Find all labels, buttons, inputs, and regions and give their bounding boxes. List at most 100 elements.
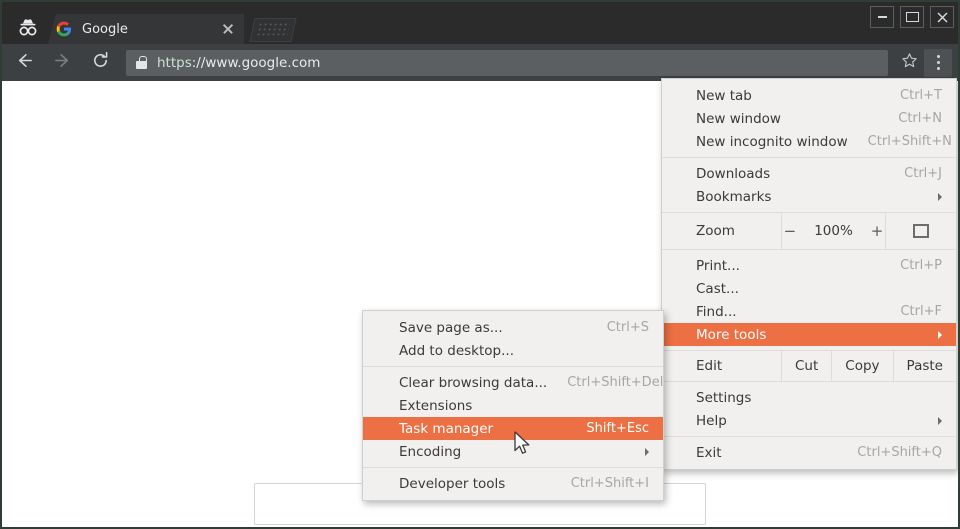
window-controls [870, 6, 954, 28]
submenu-bottom-padding [363, 495, 663, 500]
browser-window: Google [0, 0, 960, 529]
menu-item-label: Add to desktop... [399, 343, 649, 359]
three-dot-menu-icon[interactable] [924, 49, 952, 77]
reload-button[interactable] [84, 47, 116, 79]
submenu-item-save-page-as[interactable]: Save page as... Ctrl+S [363, 316, 663, 339]
star-icon [901, 52, 918, 73]
menu-zoom-row: Zoom − 100% + [662, 212, 956, 250]
google-favicon [56, 21, 72, 37]
menu-item-new-window[interactable]: New window Ctrl+N [662, 107, 956, 130]
menu-item-label: Developer tools [399, 476, 551, 492]
back-arrow-icon [15, 51, 34, 74]
menu-item-label: Print... [696, 258, 880, 274]
address-bar[interactable]: https://www.google.com [126, 50, 888, 76]
bookmark-button[interactable] [894, 48, 924, 78]
maximize-button[interactable] [900, 6, 924, 28]
menu-item-accel: Ctrl+N [878, 111, 942, 126]
menu-item-label: New window [696, 111, 878, 127]
new-tab-icon[interactable] [249, 18, 296, 42]
close-icon [931, 7, 953, 27]
menu-item-accel: Ctrl+F [880, 304, 942, 319]
zoom-level: 100% [814, 223, 853, 239]
menu-bottom-padding [662, 464, 956, 469]
menu-item-new-incognito-window[interactable]: New incognito window Ctrl+Shift+N [662, 130, 956, 153]
menu-item-accel: Ctrl+Shift+N [848, 134, 952, 149]
tab-close-icon[interactable] [220, 21, 236, 37]
menu-item-downloads[interactable]: Downloads Ctrl+J [662, 162, 956, 185]
menu-item-bookmarks[interactable]: Bookmarks [662, 185, 956, 208]
menu-item-label: Cast... [696, 281, 922, 297]
submenu-item-encoding[interactable]: Encoding [363, 440, 663, 463]
menu-item-label: Downloads [696, 166, 884, 182]
forward-arrow-icon [53, 51, 72, 74]
tab-strip: Google [2, 2, 958, 44]
menu-item-find[interactable]: Find... Ctrl+F [662, 300, 956, 323]
menu-item-accel: Ctrl+S [587, 320, 649, 335]
menu-item-more-tools[interactable]: More tools [662, 323, 956, 346]
fullscreen-icon [913, 224, 929, 238]
edit-copy-button[interactable]: Copy [832, 351, 893, 381]
menu-item-exit[interactable]: Exit Ctrl+Shift+Q [662, 441, 956, 464]
edit-cut-button[interactable]: Cut [782, 351, 832, 381]
menu-item-print[interactable]: Print... Ctrl+P [662, 254, 956, 277]
submenu-separator [363, 366, 663, 367]
menu-item-label: More tools [696, 327, 928, 343]
menu-item-accel: Ctrl+Shift+Del [547, 375, 663, 390]
submenu-item-task-manager[interactable]: Task manager Shift+Esc [363, 417, 663, 440]
menu-item-label: Clear browsing data... [399, 375, 547, 391]
browser-tab[interactable]: Google [48, 14, 244, 44]
menu-item-label: Bookmarks [696, 189, 928, 205]
close-button[interactable] [930, 6, 954, 28]
chevron-right-icon [645, 448, 649, 456]
tab-title: Google [82, 22, 220, 37]
submenu-item-add-to-desktop[interactable]: Add to desktop... [363, 339, 663, 362]
menu-item-label: Help [696, 413, 928, 429]
zoom-in-button[interactable]: + [871, 222, 884, 240]
url-rest: ://www.google.com [192, 55, 321, 71]
menu-item-label: Encoding [399, 444, 635, 460]
menu-item-accel: Shift+Esc [566, 421, 649, 436]
menu-item-label: Settings [696, 390, 942, 406]
menu-item-accel: Ctrl+T [880, 88, 942, 103]
more-tools-submenu: Save page as... Ctrl+S Add to desktop...… [362, 310, 664, 501]
menu-item-label: New incognito window [696, 134, 848, 150]
zoom-out-button[interactable]: − [784, 222, 797, 240]
menu-item-new-tab[interactable]: New tab Ctrl+T [662, 84, 956, 107]
minimize-button[interactable] [870, 6, 894, 28]
submenu-item-clear-browsing-data[interactable]: Clear browsing data... Ctrl+Shift+Del [363, 371, 663, 394]
url-scheme: https [157, 55, 192, 71]
menu-item-label: Task manager [399, 421, 566, 437]
fullscreen-button[interactable] [886, 213, 956, 249]
chevron-right-icon [938, 417, 942, 425]
submenu-item-developer-tools[interactable]: Developer tools Ctrl+Shift+I [363, 472, 663, 495]
menu-item-accel: Ctrl+Shift+Q [837, 445, 942, 460]
dot-3 [937, 67, 940, 70]
menu-item-label: Find... [696, 304, 880, 320]
menu-item-cast[interactable]: Cast... [662, 277, 956, 300]
browser-toolbar: https://www.google.com [2, 44, 958, 81]
chrome-main-menu: New tab Ctrl+T New window Ctrl+N New inc… [661, 78, 957, 470]
menu-item-accel: Ctrl+J [884, 166, 942, 181]
menu-separator [662, 157, 956, 158]
menu-item-label: Save page as... [399, 320, 587, 336]
menu-edit-row: Edit Cut Copy Paste [662, 350, 956, 382]
submenu-item-extensions[interactable]: Extensions [363, 394, 663, 417]
forward-button [46, 47, 78, 79]
minimize-icon [871, 7, 893, 27]
menu-separator [662, 436, 956, 437]
back-button[interactable] [8, 47, 40, 79]
edit-paste-button[interactable]: Paste [894, 351, 956, 381]
zoom-controls: − 100% + [782, 213, 886, 249]
zoom-label: Zoom [662, 213, 782, 249]
reload-icon [91, 51, 110, 74]
menu-item-settings[interactable]: Settings [662, 386, 956, 409]
dot-2 [937, 61, 940, 64]
menu-item-help[interactable]: Help [662, 409, 956, 432]
address-bar-url: https://www.google.com [157, 55, 320, 71]
menu-item-accel: Ctrl+P [880, 258, 942, 273]
incognito-icon [8, 14, 48, 42]
new-tab-dots [255, 22, 290, 38]
dot-1 [937, 55, 940, 58]
maximize-icon [901, 7, 923, 27]
chevron-right-icon [938, 193, 942, 201]
